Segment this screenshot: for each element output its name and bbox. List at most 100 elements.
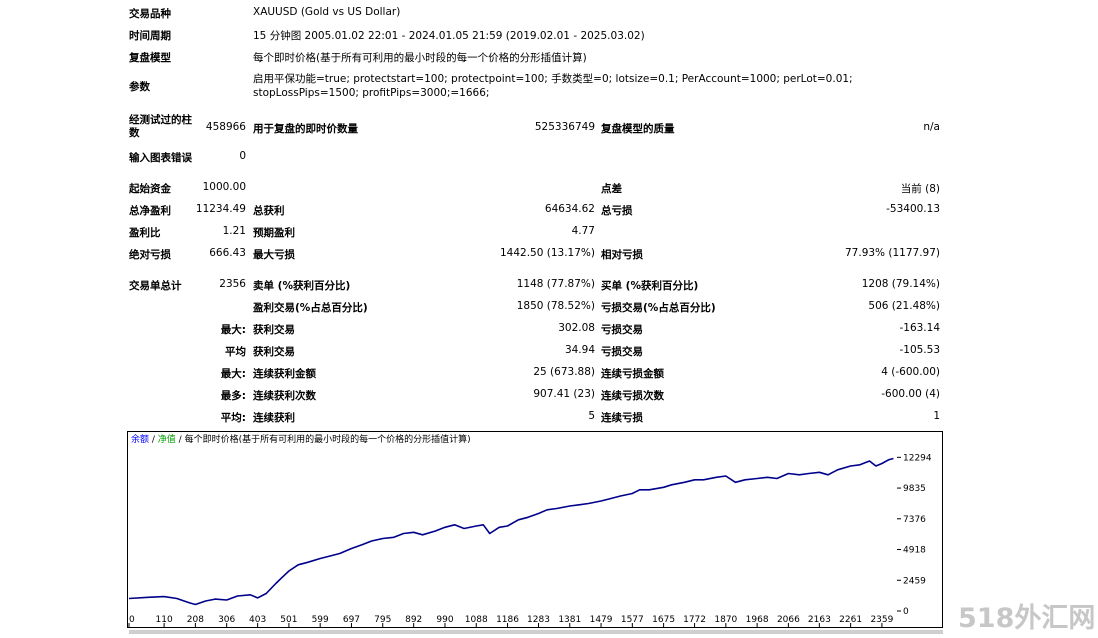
net-label: 总净盈利 <box>129 205 171 217</box>
average-loss-label: 亏损交易 <box>601 346 643 358</box>
x-tick-label: 0 <box>129 615 135 625</box>
x-tick-label: 990 <box>436 615 453 625</box>
x-tick-label: 1283 <box>527 615 550 625</box>
pf-value: 1.21 <box>222 225 246 237</box>
y-tick-label: 12294 <box>903 453 932 463</box>
chart-title: 余额 / 净值 / 每个即时价格(基于所有可利用的最小时段的每一个价格的分形插值… <box>131 433 471 445</box>
x-tick-label: 306 <box>218 615 235 625</box>
model-value: 每个即时价格(基于所有可利用的最小时段的每一个价格的分形插值计算) <box>253 52 587 64</box>
ticks-value: 525336749 <box>534 121 595 133</box>
chart-title-balance: 余额 <box>131 433 149 445</box>
net-value: 11234.49 <box>195 203 246 215</box>
x-tick-label: 1968 <box>746 615 769 625</box>
chart-title-equity: 净值 <box>158 433 176 445</box>
y-tick-label: 9835 <box>903 484 926 494</box>
spread-value: 当前 (8) <box>900 183 940 195</box>
rel-dd-label: 相对亏损 <box>601 249 643 261</box>
quality-value: n/a <box>923 121 940 133</box>
x-tick-label: 501 <box>280 615 297 625</box>
x-tick-label: 1675 <box>652 615 675 625</box>
y-tick-label: 4918 <box>903 546 926 556</box>
pf-label: 盈利比 <box>129 227 161 239</box>
params-label: 参数 <box>129 81 150 93</box>
loss-trades-label: 亏损交易(%占总百分比) <box>601 302 716 314</box>
largest-profit-label: 获利交易 <box>253 324 295 336</box>
largest-label: 最大: <box>220 324 246 336</box>
long-label: 买单 (%获利百分比) <box>601 280 699 292</box>
chart-frame <box>127 431 943 628</box>
maximal-cons-loss-label: 连续亏损次数 <box>601 390 664 402</box>
y-tick-label: 0 <box>903 607 909 617</box>
abs-dd-label: 绝对亏损 <box>129 249 171 261</box>
spread-label: 点差 <box>601 183 622 195</box>
ticks-label: 用于复盘的即时价数量 <box>253 123 358 135</box>
initial-label: 起始资金 <box>129 183 171 195</box>
x-tick-label: 1088 <box>465 615 488 625</box>
y-tick-label: 2459 <box>903 576 926 586</box>
balance-chart-svg: 余额 / 净值 / 每个即时价格(基于所有可利用的最小时段的每一个价格的分形插值… <box>127 431 943 634</box>
max-cons-losses-label: 连续亏损金额 <box>601 368 664 380</box>
max-cons-losses-value: 4 (-600.00) <box>881 366 940 378</box>
gross-profit-label: 总获利 <box>253 205 285 217</box>
chart-title-rest: 每个即时价格(基于所有可利用的最小时段的每一个价格的分形插值计算) <box>185 433 471 445</box>
x-tick-label: 2261 <box>839 615 862 625</box>
profit-trades-label: 盈利交易(%占总百分比) <box>253 302 368 314</box>
x-tick-label: 110 <box>156 615 173 625</box>
average-profit-value: 34.94 <box>564 344 595 356</box>
long-value: 1208 (79.14%) <box>861 278 940 290</box>
chart-title-sep1: / <box>149 435 158 445</box>
x-tick-label: 697 <box>343 615 360 625</box>
initial-value: 1000.00 <box>202 181 246 193</box>
symbol-value: XAUUSD (Gold vs US Dollar) <box>253 6 401 18</box>
loss-trades-value: 506 (21.48%) <box>868 300 940 312</box>
chart-title-sep2: / <box>176 435 185 445</box>
max-dd-value: 1442.50 (13.17%) <box>500 247 595 259</box>
max-cons-wins-label: 连续获利金额 <box>253 368 316 380</box>
largest-loss-label: 亏损交易 <box>601 324 643 336</box>
avg-cons-losses-value: 1 <box>933 410 940 422</box>
short-value: 1148 (77.87%) <box>516 278 595 290</box>
x-tick-label: 892 <box>405 615 422 625</box>
max-label: 最大: <box>220 368 246 380</box>
rel-dd-value: 77.93% (1177.97) <box>845 247 940 259</box>
x-tick-label: 1870 <box>714 615 737 625</box>
maximal-cons-profit-value: 907.41 (23) <box>533 388 595 400</box>
maximal-cons-profit-label: 连续获利次数 <box>253 390 316 402</box>
x-tick-label: 1186 <box>496 615 519 625</box>
y-tick-label: 7376 <box>903 515 926 525</box>
average-profit-label: 获利交易 <box>253 346 295 358</box>
watermark-logo: 518外汇网 <box>958 603 1096 634</box>
maximal-label: 最多: <box>220 390 246 402</box>
x-tick-label: 1479 <box>590 615 613 625</box>
gross-loss-value: -53400.13 <box>886 203 940 215</box>
period-label: 时间周期 <box>129 30 171 42</box>
x-tick-label: 403 <box>249 615 266 625</box>
avg-cons-wins-label: 连续获利 <box>253 412 295 424</box>
avg2-label: 平均: <box>220 412 246 424</box>
expected-label: 预期盈利 <box>253 227 295 239</box>
max-dd-label: 最大亏损 <box>253 249 295 261</box>
params-value: 启用平保功能=true; protectstart=100; protectpo… <box>253 73 853 99</box>
short-label: 卖单 (%获利百分比) <box>253 280 351 292</box>
x-tick-label: 599 <box>312 615 329 625</box>
model-label: 复盘模型 <box>129 52 171 64</box>
expected-value: 4.77 <box>571 225 595 237</box>
x-tick-label: 2359 <box>870 615 893 625</box>
bars-value: 458966 <box>205 121 246 133</box>
gross-profit-value: 64634.62 <box>544 203 595 215</box>
total-trades-value: 2356 <box>219 278 246 290</box>
profit-trades-value: 1850 (78.52%) <box>516 300 595 312</box>
x-tick-label: 1577 <box>621 615 644 625</box>
x-tick-label: 795 <box>374 615 391 625</box>
quality-label: 复盘模型的质量 <box>601 123 675 135</box>
gross-loss-label: 总亏损 <box>601 205 633 217</box>
maximal-cons-loss-value: -600.00 (4) <box>881 388 940 400</box>
x-tick-label: 1772 <box>683 615 706 625</box>
largest-profit-value: 302.08 <box>558 322 595 334</box>
abs-dd-value: 666.43 <box>209 247 246 259</box>
avg-cons-losses-label: 连续亏损 <box>601 412 643 424</box>
total-trades-label: 交易单总计 <box>129 280 182 292</box>
x-tick-label: 208 <box>187 615 204 625</box>
x-tick-label: 2163 <box>808 615 831 625</box>
x-tick-label: 1381 <box>558 615 581 625</box>
